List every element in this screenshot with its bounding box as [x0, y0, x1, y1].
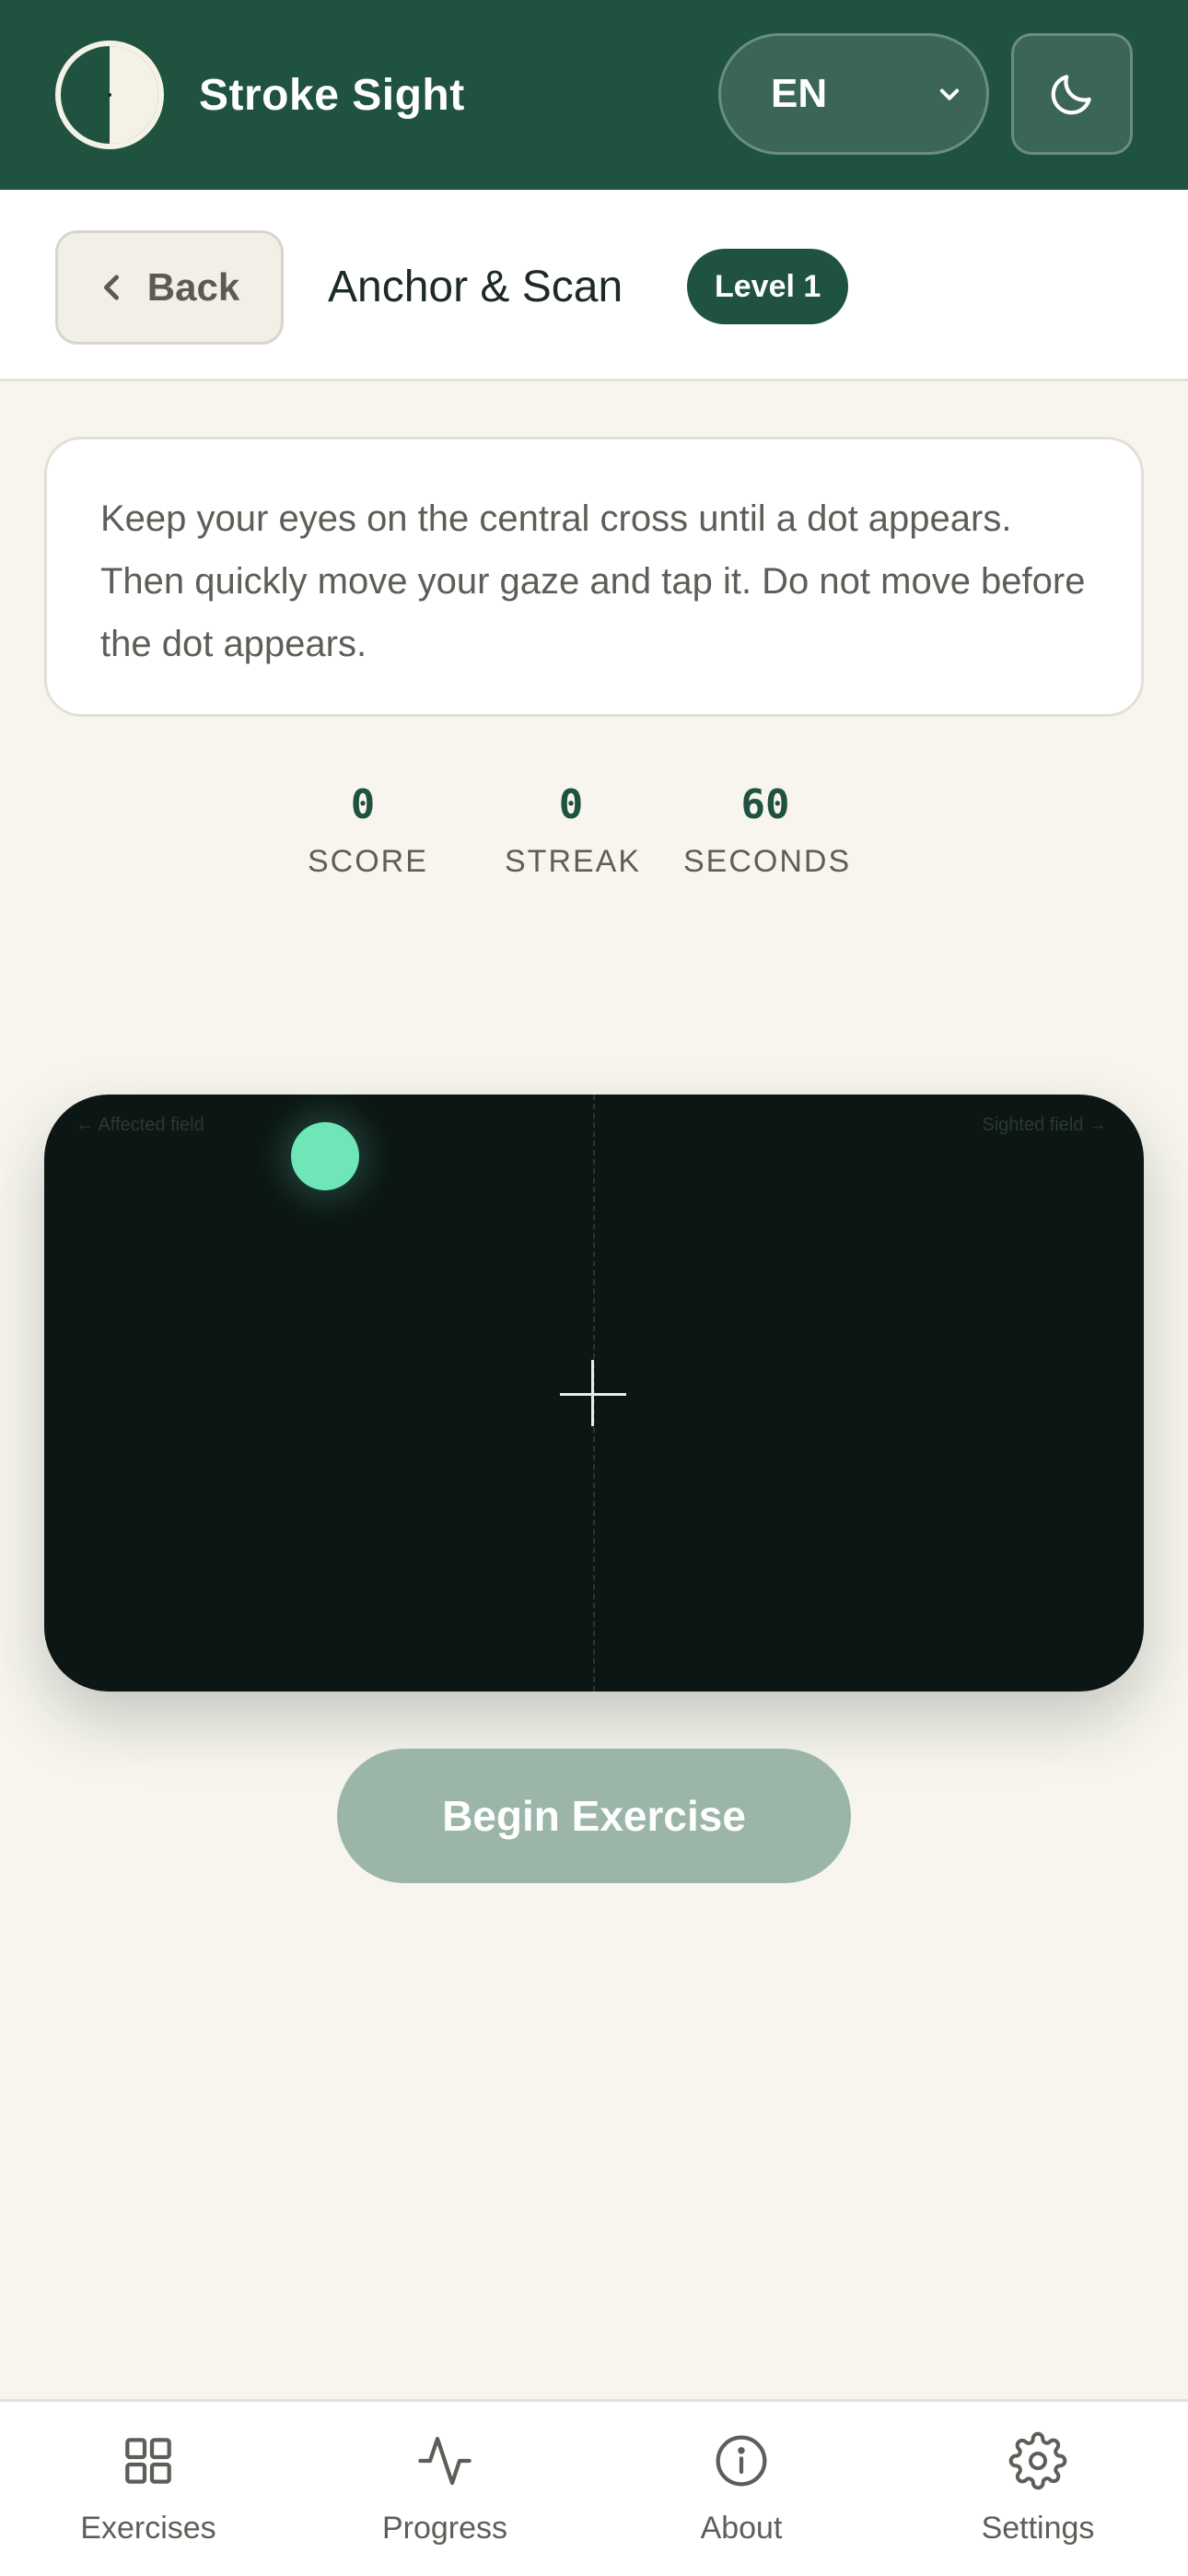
- streak-stat: 0 STREAK: [505, 779, 642, 880]
- app-title: Stroke Sight: [199, 70, 465, 120]
- app-header: Stroke Sight EN: [0, 0, 1188, 190]
- begin-exercise-button[interactable]: Begin Exercise: [337, 1749, 851, 1883]
- seconds-value: 60: [740, 781, 790, 828]
- fixation-cross-vertical: [591, 1360, 594, 1426]
- info-icon: [716, 2435, 767, 2487]
- chevron-down-icon: [939, 88, 960, 100]
- activity-icon: [418, 2436, 472, 2486]
- exercise-title: Anchor & Scan: [328, 263, 623, 311]
- tab-about-label: About: [700, 2511, 783, 2546]
- score-stat: 0 SCORE: [308, 779, 428, 880]
- moon-icon: [1051, 75, 1091, 115]
- grid-icon: [125, 2438, 171, 2484]
- target-dot[interactable]: [291, 1122, 359, 1190]
- seconds-label: SECONDS: [683, 844, 852, 879]
- level-badge: Level 1: [687, 249, 849, 324]
- tab-exercises[interactable]: Exercises: [0, 2431, 297, 2547]
- streak-value: 0: [558, 781, 584, 828]
- instructions-card: Keep your eyes on the central cross unti…: [44, 437, 1144, 717]
- streak-label: STREAK: [505, 844, 642, 879]
- tab-progress-label: Progress: [381, 2511, 508, 2546]
- half-circle-logo-icon: [55, 41, 164, 149]
- tab-about[interactable]: About: [593, 2431, 890, 2547]
- sighted-field-label: Sighted field →: [982, 1115, 1107, 1135]
- language-value: EN: [771, 71, 828, 116]
- tab-exercises-label: Exercises: [80, 2511, 216, 2546]
- back-button-label: Back: [146, 265, 240, 309]
- score-label: SCORE: [308, 844, 428, 879]
- score-value: 0: [350, 781, 376, 828]
- language-select[interactable]: EN: [718, 33, 989, 155]
- chevron-left-icon: [103, 275, 119, 300]
- tab-settings[interactable]: Settings: [890, 2431, 1186, 2547]
- back-button[interactable]: Back: [55, 230, 284, 345]
- theme-toggle-button[interactable]: [1011, 33, 1133, 155]
- exercise-header: Back Anchor & Scan Level 1: [0, 190, 1188, 381]
- tab-progress[interactable]: Progress: [297, 2431, 593, 2547]
- gear-icon: [1008, 2431, 1067, 2490]
- tab-settings-label: Settings: [981, 2511, 1095, 2546]
- seconds-stat: 60 SECONDS: [683, 779, 852, 880]
- exercise-field[interactable]: ← Affected field Sighted field →: [44, 1095, 1144, 1692]
- instructions-text: Keep your eyes on the central cross unti…: [100, 498, 1086, 664]
- affected-field-label: ← Affected field: [76, 1115, 204, 1135]
- bottom-nav: Exercises Progress About Settings: [0, 2399, 1188, 2576]
